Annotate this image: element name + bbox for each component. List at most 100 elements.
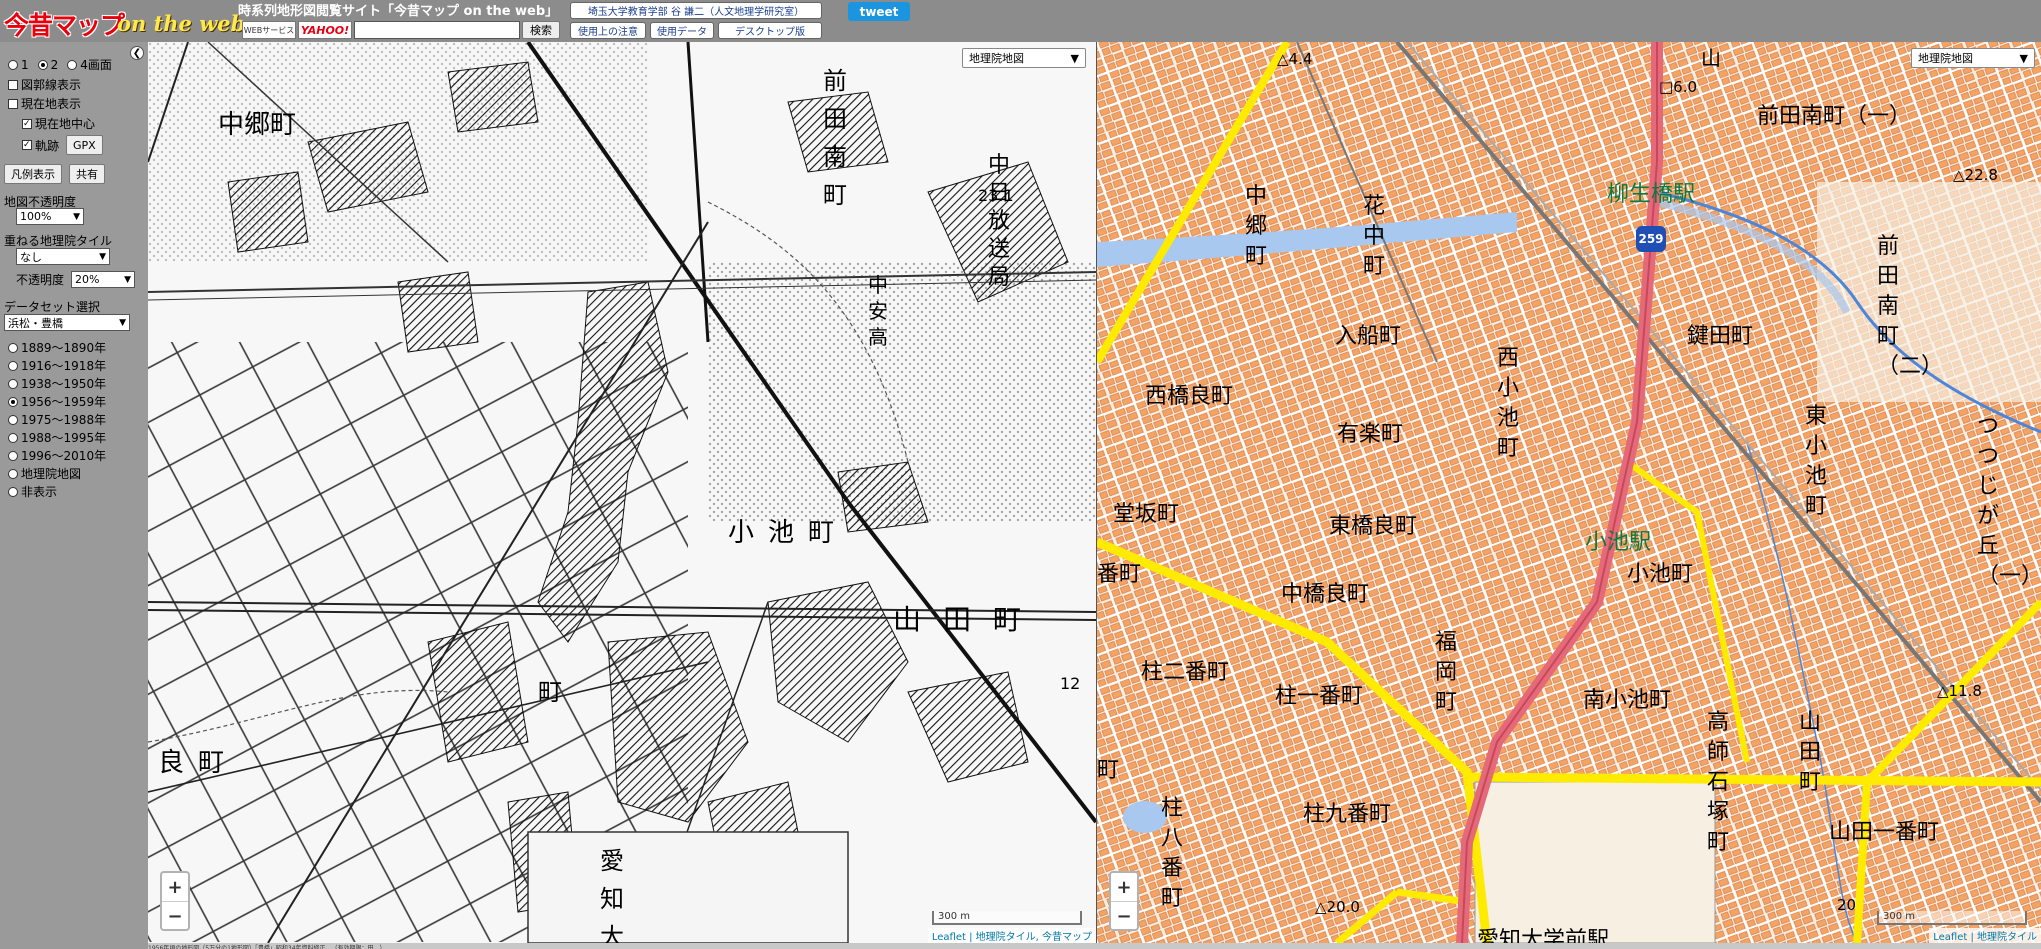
period-item-6[interactable]: 1996〜2010年 [8,447,106,464]
author-link[interactable]: 埼玉大学教育学部 谷 謙二（人文地理学研究室） [570,2,822,19]
map-bounds-checkbox[interactable] [8,79,18,90]
center-current-label: 現在地中心 [35,117,96,131]
gsi-map-drawing [1097,42,2041,943]
track-toggle[interactable]: 軌跡 GPX [22,135,103,155]
period-radio[interactable] [8,414,18,425]
overlay-opacity-value: 20% [75,273,100,286]
opacity-select[interactable]: 100% ▼ [16,208,84,225]
track-checkbox[interactable] [22,140,32,150]
station-label: 小池駅 [1585,530,1652,555]
map-bounds-toggle[interactable]: 図郭線表示 [8,76,81,93]
layout-label-4: 4画面 [80,58,112,72]
gsi-map-pane[interactable]: △4.4 □6.0 山 前田南町（一） △22.8 柳生橋駅 259 中郷町 花… [1097,42,2041,943]
yahoo-badge[interactable]: YAHOO! [298,21,352,39]
period-radio[interactable] [8,360,18,371]
left-attribution[interactable]: Leaflet | 地理院タイル, 今昔マップ [927,928,1096,943]
period-radio[interactable] [8,468,18,479]
left-zoom-control: + − [160,871,190,931]
gsi-map-label: 西橋良町 [1145,384,1234,409]
gsi-map-label: 山 [1701,46,1721,70]
legend-button[interactable]: 凡例表示 [4,164,62,184]
search-button[interactable]: 検索 [522,21,560,39]
chevron-left-icon[interactable]: ❮ [130,46,144,60]
desktop-version-button[interactable]: デスクトップ版 [718,22,822,39]
gsi-map-label: □6.0 [1659,78,1698,96]
chevron-down-icon: ▼ [119,317,126,328]
old-map-label: 山田町 [893,603,1044,636]
right-scale-bar: 300 m [1877,911,2027,925]
chevron-down-icon: ▼ [99,251,106,262]
period-item-2[interactable]: 1938〜1950年 [8,375,106,392]
gsi-map-label: 鍵田町 [1687,324,1754,349]
gsi-map-label: 柱一番町 [1275,684,1364,709]
usage-data-button[interactable]: 使用データ [650,22,714,39]
right-zoom-control: + − [1109,871,1139,931]
period-item-5[interactable]: 1988〜1995年 [8,429,106,446]
zoom-out-button[interactable]: − [1111,902,1137,930]
period-item-3[interactable]: 1956〜1959年 [8,393,106,410]
period-radio[interactable] [8,486,18,497]
period-label: 1996〜2010年 [21,449,107,463]
track-label: 軌跡 [35,138,60,153]
period-item-4[interactable]: 1975〜1988年 [8,411,106,428]
period-item-7[interactable]: 地理院地図 [8,465,81,482]
web-service-badge[interactable]: WEBサービス [242,21,296,39]
station-label: 柳生橋駅 [1607,182,1696,207]
search-input[interactable] [354,21,520,39]
overlay-opacity-row: 不透明度 20% ▼ [16,271,136,288]
gsi-map-label: 山田一番町 [1829,820,1940,845]
site-logo[interactable]: 今昔マップ on the web [4,6,245,40]
gsi-map-label: 前田南町（二） [1877,234,1943,379]
layout-label-1: 1 [21,57,29,72]
old-map-label: 中安高 [868,273,888,349]
status-bar: 1956年頃の地形図（5万分の1地形図）「豊橋」昭和34年資料修正…（有効期限：… [148,943,2041,949]
dataset-label: データセット選択 [4,300,101,314]
gsi-map-label: 西小池町 [1497,346,1520,461]
gsi-map-label: 町 [1097,758,1120,783]
overlay-opacity-select[interactable]: 20% ▼ [71,271,136,288]
gsi-map-label: 小池町 [1627,562,1694,587]
period-label: 1988〜1995年 [21,431,107,445]
period-radio[interactable] [8,450,18,461]
overlay-opacity-label: 不透明度 [16,273,65,287]
old-map-drawing [148,42,1096,943]
old-map-label: 12 [1060,674,1081,693]
gpx-button[interactable]: GPX [66,135,103,155]
usage-notes-button[interactable]: 使用上の注意 [570,22,646,39]
period-label: 非表示 [21,485,58,499]
center-current-toggle[interactable]: 現在地中心 [22,115,95,132]
opacity-value: 100% [20,210,52,223]
left-map-type-select[interactable]: 地理院地図 ▼ [962,48,1086,68]
period-radio[interactable] [8,342,18,353]
period-radio[interactable] [8,432,18,443]
right-map-type-select[interactable]: 地理院地図 ▼ [1911,48,2035,68]
right-attribution[interactable]: Leaflet | 地理院タイル [1929,928,2041,943]
old-map-pane[interactable]: 中郷町 前田南町 中日放送局 23.1 中安高 小池町 山田町 町 良町 愛知大… [148,42,1096,943]
period-label: 1889〜1890年 [21,341,107,355]
gsi-map-label: △11.8 [1937,682,1982,700]
current-location-label: 現在地表示 [21,97,82,111]
zoom-in-button[interactable]: + [1111,873,1137,902]
period-radio[interactable] [8,396,18,407]
period-item-1[interactable]: 1916〜1918年 [8,357,106,374]
current-location-checkbox[interactable] [8,98,18,109]
zoom-out-button[interactable]: − [162,902,188,930]
share-button[interactable]: 共有 [69,164,105,184]
current-location-toggle[interactable]: 現在地表示 [8,95,81,112]
layout-radio-2[interactable] [37,59,48,70]
gsi-map-label: △4.4 [1277,50,1313,68]
overlay-select[interactable]: なし ▼ [16,248,110,265]
period-item-0[interactable]: 1889〜1890年 [8,339,106,356]
layout-radio-4[interactable] [67,59,78,70]
zoom-in-button[interactable]: + [162,873,188,902]
tweet-button[interactable]: tweet [848,2,910,21]
center-current-checkbox[interactable] [22,118,32,129]
gsi-map-label: 前田南町（一） [1757,104,1912,129]
layout-radio-1[interactable] [8,59,18,70]
gsi-map-label: つつじが丘（一） [1977,414,2041,589]
period-item-8[interactable]: 非表示 [8,483,57,500]
period-radio[interactable] [8,378,18,389]
site-title: 時系列地形図閲覧サイト「今昔マップ on the web」 [238,4,559,19]
dataset-select[interactable]: 浜松・豊橋 ▼ [4,314,130,331]
left-map-type-value: 地理院地図 [969,52,1024,65]
